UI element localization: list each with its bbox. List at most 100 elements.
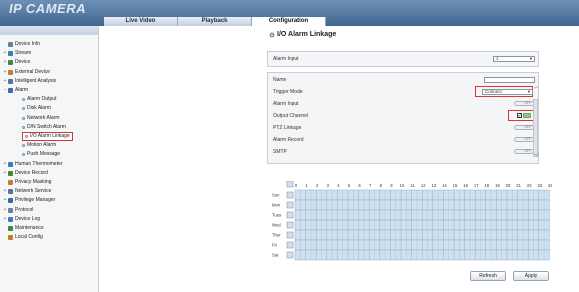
hour-label: 12: [421, 183, 426, 188]
page-title-text: I/O Alarm Linkage: [277, 31, 337, 38]
bullet-icon: [22, 107, 25, 111]
tab-playback[interactable]: Playback: [178, 17, 252, 26]
sidebar-item-label: Privacy Masking: [15, 179, 52, 185]
collapse-icon[interactable]: −: [3, 86, 7, 95]
alarm-input-select-value: 1: [496, 56, 499, 61]
day-label: Fri: [272, 243, 277, 248]
sidebar-item-device-record[interactable]: + Device Record: [3, 169, 48, 178]
day-toggle-icon: [286, 191, 294, 199]
folder-icon: [8, 170, 13, 176]
ptz-linkage-label: PTZ Linkage: [273, 125, 302, 131]
sidebar-item-alarm-output[interactable]: Alarm Output: [22, 95, 56, 104]
alarm-input-select[interactable]: 1 ▼: [493, 56, 535, 62]
sidebar-item-i-o-alarm-linkage[interactable]: I/O Alarm Linkage: [22, 132, 73, 141]
sidebar-item-d-n-switch-alarm[interactable]: D/N Switch Alarm: [22, 123, 66, 132]
expand-icon[interactable]: +: [3, 187, 7, 196]
output-channel-checkbox[interactable]: ✔: [517, 113, 522, 118]
sidebar-item-label: Device Info: [15, 41, 41, 47]
sidebar: Device Info + Stream + Device + External Devic…: [0, 26, 99, 292]
bullet-icon: [22, 98, 25, 102]
hour-label: 22: [527, 183, 532, 188]
hour-label: 4: [337, 183, 340, 188]
sidebar-item-privilege-manager[interactable]: + Privilege Manager: [3, 196, 55, 205]
folder-icon: [8, 51, 13, 57]
hour-label: 10: [400, 183, 405, 188]
tab-live-video[interactable]: Live Video: [104, 17, 178, 26]
folder-icon: [8, 207, 13, 213]
folder-icon: [8, 42, 13, 47]
day-toggle-icon: [286, 231, 294, 239]
output-channel-label: Output Channel: [273, 113, 309, 119]
main-tabs: Live Video Playback Configuration: [104, 17, 326, 26]
bullet-icon: [22, 153, 25, 157]
alarm-record-label: Alarm Record: [273, 137, 304, 143]
sidebar-item-protocol[interactable]: + Protocol: [3, 206, 33, 215]
schedule-grid[interactable]: 0 1 2 3 4 5 6 7 8 9 10 11 12 13 14 15 16 17 18 19 20 21 22 23 24…: [270, 181, 552, 265]
day-toggle-icon: [286, 241, 294, 249]
sidebar-item-label: I/O Alarm Linkage: [30, 133, 70, 139]
page-title: I/O Alarm Linkage: [269, 31, 336, 38]
settings-scrollbar[interactable]: [533, 99, 538, 157]
header-bar: IP CAMERA Live Video Playback Configurat…: [0, 0, 579, 26]
sidebar-item-external-device[interactable]: + External Device: [3, 68, 50, 77]
sidebar-item-device[interactable]: + Device: [3, 58, 30, 67]
expand-icon[interactable]: +: [3, 160, 7, 169]
sidebar-item-push-message[interactable]: Push Message: [22, 150, 60, 159]
sidebar-item-network-alarm[interactable]: Network Alarm: [22, 114, 60, 123]
sidebar-item-label: Motion Alarm: [27, 142, 57, 149]
sidebar-item-label: Alarm Output: [27, 96, 57, 103]
expand-icon[interactable]: +: [3, 169, 7, 178]
sidebar-item-label: Device Log: [15, 215, 41, 222]
expand-icon[interactable]: +: [3, 206, 7, 215]
sidebar-item-network-service[interactable]: + Network Service: [3, 187, 51, 196]
sidebar-item-intelligent-analysis[interactable]: + Intelligent Analysis: [3, 77, 56, 86]
trigger-mode-label: Trigger Mode: [273, 89, 303, 95]
expand-icon[interactable]: +: [3, 49, 7, 58]
chevron-down-icon[interactable]: ﹀: [534, 153, 539, 160]
sidebar-item-label: Local Config: [15, 234, 43, 241]
name-input[interactable]: [484, 77, 535, 83]
sidebar-item-label: Network Service: [15, 188, 52, 195]
sidebar-item-alarm[interactable]: − Alarm: [3, 86, 28, 95]
sidebar-item-device-log[interactable]: + Device Log: [3, 215, 40, 224]
day-label: Sat: [272, 253, 279, 258]
sidebar-item-maintenance[interactable]: Maintenance: [3, 224, 44, 233]
sidebar-item-local-config[interactable]: Local Config: [3, 233, 43, 242]
expand-icon[interactable]: +: [3, 196, 7, 205]
sidebar-item-disk-alarm[interactable]: Disk Alarm: [22, 104, 51, 113]
hour-label: 8: [380, 183, 383, 188]
sidebar-item-human-thermometer[interactable]: + Human Thermometer: [3, 160, 62, 169]
bullet-icon: [25, 135, 28, 138]
alarm-record-toggle[interactable]: OFF: [514, 137, 534, 142]
alarm-input-panel: Alarm Input 1 ▼: [267, 51, 539, 67]
sidebar-item-device-info[interactable]: Device Info: [3, 40, 40, 49]
smtp-toggle[interactable]: OFF: [514, 149, 534, 154]
sidebar-item-motion-alarm[interactable]: Motion Alarm: [22, 141, 56, 150]
day-label: Sun: [272, 193, 280, 198]
sidebar-item-label: Network Alarm: [27, 114, 60, 121]
ptz-linkage-toggle[interactable]: OFF: [514, 125, 534, 130]
trigger-mode-select[interactable]: Connect ▼: [482, 89, 533, 95]
alarm-input-toggle[interactable]: OFF: [514, 101, 534, 106]
refresh-button[interactable]: Refresh: [470, 271, 506, 281]
hour-label: 1: [305, 183, 308, 188]
sidebar-item-label: Device: [15, 59, 31, 66]
folder-icon: [8, 198, 13, 204]
sidebar-item-label: Alarm: [15, 87, 29, 93]
chevron-up-icon[interactable]: ︿: [534, 83, 539, 90]
hour-label: 24: [548, 183, 552, 188]
expand-icon[interactable]: +: [3, 68, 7, 77]
hour-label: 20: [506, 183, 511, 188]
folder-icon: [8, 189, 13, 195]
sidebar-item-privacy-masking[interactable]: Privacy Masking: [3, 178, 51, 187]
apply-button[interactable]: Apply: [513, 271, 549, 281]
bullet-icon: [22, 144, 25, 148]
hour-label: 0: [295, 183, 298, 188]
expand-icon[interactable]: +: [3, 77, 7, 86]
folder-icon: [8, 235, 13, 241]
main-content: I/O Alarm Linkage Alarm Input 1 ▼ Name T…: [100, 26, 579, 292]
tab-configuration[interactable]: Configuration: [252, 17, 326, 26]
sidebar-item-stream[interactable]: + Stream: [3, 49, 31, 58]
expand-icon[interactable]: +: [3, 215, 7, 224]
expand-icon[interactable]: +: [3, 58, 7, 67]
